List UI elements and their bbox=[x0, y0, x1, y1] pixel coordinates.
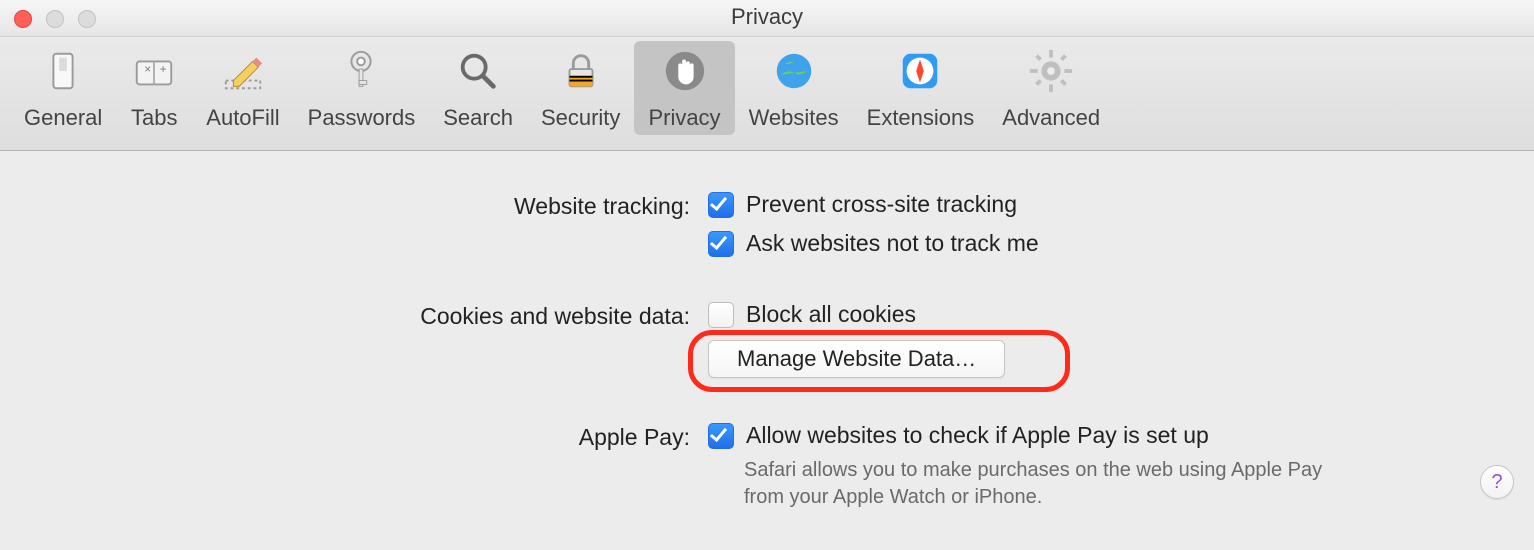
privacy-pane: Website tracking: Prevent cross-site tra… bbox=[0, 151, 1534, 511]
tab-autofill[interactable]: AutoFill bbox=[192, 41, 293, 135]
gear-icon bbox=[1027, 47, 1075, 95]
window-title: Privacy bbox=[0, 4, 1534, 30]
tab-label: Extensions bbox=[867, 105, 975, 131]
tab-label: AutoFill bbox=[206, 105, 279, 131]
globe-icon bbox=[770, 47, 818, 95]
lock-icon bbox=[557, 47, 605, 95]
prevent-cross-site-tracking-text: Prevent cross-site tracking bbox=[746, 191, 1017, 218]
apple-pay-help-text: Safari allows you to make purchases on t… bbox=[744, 457, 1364, 511]
do-not-track-checkbox[interactable] bbox=[708, 231, 734, 257]
tab-search[interactable]: Search bbox=[429, 41, 527, 135]
tab-privacy[interactable]: Privacy bbox=[634, 41, 734, 135]
tab-security[interactable]: Security bbox=[527, 41, 634, 135]
apple-pay-check-checkbox[interactable] bbox=[708, 423, 734, 449]
help-button[interactable]: ? bbox=[1480, 465, 1514, 499]
tab-advanced[interactable]: Advanced bbox=[988, 41, 1114, 135]
tab-general[interactable]: General bbox=[10, 41, 116, 135]
tab-passwords[interactable]: Passwords bbox=[294, 41, 430, 135]
tab-label: Privacy bbox=[648, 105, 720, 131]
switch-icon bbox=[39, 47, 87, 95]
tab-label: Passwords bbox=[308, 105, 416, 131]
tab-extensions[interactable]: Extensions bbox=[853, 41, 989, 135]
hand-icon bbox=[661, 47, 709, 95]
cookies-label: Cookies and website data: bbox=[0, 301, 708, 330]
website-tracking-label: Website tracking: bbox=[0, 191, 708, 220]
key-icon bbox=[337, 47, 385, 95]
apple-pay-check-text: Allow websites to check if Apple Pay is … bbox=[746, 422, 1209, 449]
do-not-track-text: Ask websites not to track me bbox=[746, 230, 1039, 257]
preferences-toolbar: General × + Tabs AutoFill bbox=[0, 37, 1534, 151]
tab-tabs[interactable]: × + Tabs bbox=[116, 41, 192, 135]
svg-text:+: + bbox=[160, 64, 167, 76]
pencil-icon bbox=[219, 47, 267, 95]
tab-label: Advanced bbox=[1002, 105, 1100, 131]
magnifier-icon bbox=[454, 47, 502, 95]
tab-websites[interactable]: Websites bbox=[735, 41, 853, 135]
tab-label: Search bbox=[443, 105, 513, 131]
svg-text:×: × bbox=[145, 64, 152, 76]
apple-pay-label: Apple Pay: bbox=[0, 422, 708, 451]
tab-label: Websites bbox=[749, 105, 839, 131]
tab-label: Security bbox=[541, 105, 620, 131]
tab-label: General bbox=[24, 105, 102, 131]
compass-icon bbox=[896, 47, 944, 95]
manage-website-data-button[interactable]: Manage Website Data… bbox=[708, 340, 1005, 378]
block-all-cookies-text: Block all cookies bbox=[746, 301, 916, 328]
titlebar: Privacy bbox=[0, 0, 1534, 37]
tabs-icon: × + bbox=[130, 47, 178, 95]
block-all-cookies-checkbox[interactable] bbox=[708, 302, 734, 328]
prevent-cross-site-tracking-checkbox[interactable] bbox=[708, 192, 734, 218]
tab-label: Tabs bbox=[131, 105, 177, 131]
